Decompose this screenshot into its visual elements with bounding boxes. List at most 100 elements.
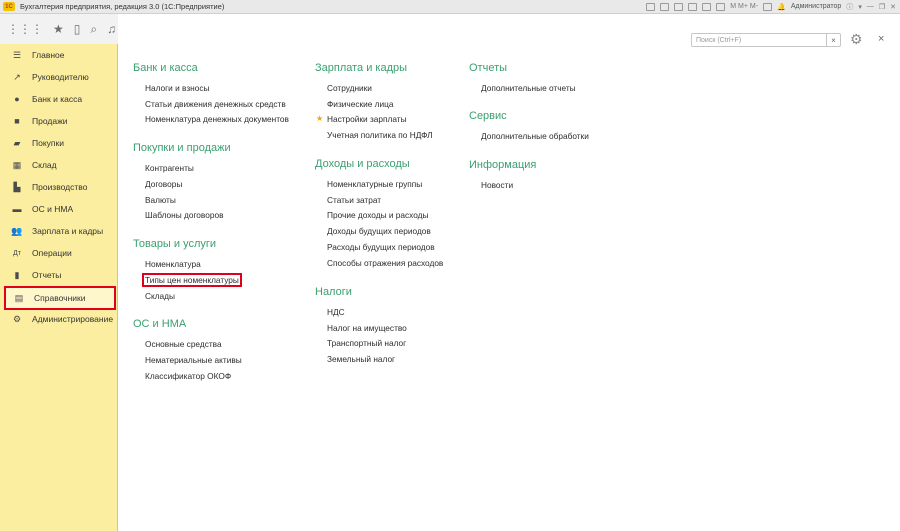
sidebar-item-main[interactable]: ☰ Главное — [4, 46, 116, 64]
link-cost-items[interactable]: Статьи затрат — [327, 195, 381, 205]
coin-icon: ● — [14, 94, 20, 104]
link-taxes-contributions[interactable]: Налоги и взносы — [145, 83, 210, 93]
link-expense-reflection[interactable]: Способы отражения расходов — [327, 258, 443, 268]
history-doc-icon[interactable]: ▯ — [74, 22, 81, 36]
apps-grid-icon[interactable]: ⋮⋮⋮ — [7, 22, 43, 36]
sidebar-item-label: Банк и касса — [32, 94, 83, 104]
link-individuals[interactable]: Физические лица — [327, 99, 394, 109]
bag-icon: ■ — [14, 116, 20, 126]
app-logo: 1С — [3, 2, 15, 11]
close-panel-icon[interactable]: × — [878, 33, 884, 45]
link-okof-classifier[interactable]: Классификатор ОКОФ — [145, 371, 231, 381]
link-counterparties[interactable]: Контрагенты — [145, 163, 194, 173]
link-land-tax[interactable]: Земельный налог — [327, 354, 395, 364]
link-nomenclature[interactable]: Номенклатура — [145, 259, 201, 269]
section-bank-title: Банк и касса — [133, 62, 198, 74]
link-money-docs-nomenclature[interactable]: Номенклатура денежных документов — [145, 114, 289, 124]
link-contract-templates[interactable]: Шаблоны договоров — [145, 210, 223, 220]
link-salary-settings[interactable]: Настройки зарплаты — [327, 114, 407, 124]
link-future-expenses[interactable]: Расходы будущих периодов — [327, 242, 435, 252]
sidebar-item-operations[interactable]: Дт Операции — [4, 244, 116, 262]
link-news[interactable]: Новости — [481, 180, 513, 190]
calendar-icon[interactable] — [702, 2, 712, 11]
sidebar-item-label: Зарплата и кадры — [32, 226, 104, 236]
sidebar-item-assets[interactable]: ▬ ОС и НМА — [4, 200, 116, 218]
titlebar-controls: M M+ M- 🔔 Администратор ⓘ ▾ — ❐ ✕ — [646, 0, 896, 13]
memory-icon[interactable]: M M+ M- — [730, 3, 758, 10]
link-nomenclature-groups[interactable]: Номенклатурные группы — [327, 179, 422, 189]
link-price-types[interactable]: Типы цен номенклатуры — [142, 273, 242, 287]
save-icon[interactable] — [646, 2, 656, 11]
sidebar-item-label: ОС и НМА — [32, 204, 74, 214]
grid-icon: ▦ — [12, 159, 22, 170]
link-employees[interactable]: Сотрудники — [327, 83, 372, 93]
link-property-tax[interactable]: Налог на имущество — [327, 323, 407, 333]
menu-chevron-icon[interactable]: ▾ — [858, 3, 862, 11]
info-icon[interactable]: ⓘ — [846, 2, 853, 12]
link-cash-flow-items[interactable]: Статьи движения денежных средств — [145, 99, 286, 109]
link-vat[interactable]: НДС — [327, 307, 345, 317]
search-clear-icon[interactable]: × — [826, 34, 840, 46]
section-sales-title: Покупки и продажи — [133, 142, 231, 154]
favorites-star-icon[interactable]: ★ — [53, 22, 64, 36]
truck-icon: ▬ — [12, 204, 22, 214]
sidebar-item-label: Операции — [32, 248, 72, 258]
section-income-title: Доходы и расходы — [315, 158, 410, 170]
bell-icon[interactable]: 🔔 — [777, 3, 786, 11]
sidebar-item-reports[interactable]: ▮ Отчеты — [4, 266, 116, 284]
link-future-income[interactable]: Доходы будущих периодов — [327, 226, 431, 236]
sidebar-item-production[interactable]: ▙ Производство — [4, 178, 116, 196]
notification-bell-icon[interactable]: ♫ — [107, 22, 116, 36]
section-salary-title: Зарплата и кадры — [315, 62, 408, 74]
sidebar-item-catalogs[interactable]: ▤ Справочники — [4, 286, 116, 310]
sidebar-item-sales[interactable]: ■ Продажи — [4, 112, 116, 130]
mail-icon[interactable] — [674, 2, 684, 11]
link-additional-processing[interactable]: Дополнительные обработки — [481, 131, 589, 141]
link-contracts[interactable]: Договоры — [145, 179, 182, 189]
main-panel: Поиск (Ctrl+F) × ⚙ × Банк и касса Налоги… — [119, 14, 900, 531]
sidebar-item-label: Отчеты — [32, 270, 62, 280]
section-reports-title: Отчеты — [469, 62, 508, 74]
bar-chart-icon: ▮ — [14, 269, 20, 280]
sidebar-item-label: Администрирование — [32, 314, 114, 324]
section-taxes-title: Налоги — [315, 286, 352, 298]
minimize-icon[interactable]: — — [867, 3, 874, 10]
gear-icon: ⚙ — [12, 313, 22, 324]
sidebar-item-salary[interactable]: 👥 Зарплата и кадры — [4, 222, 116, 240]
user-name[interactable]: Администратор — [791, 3, 842, 10]
people-icon: 👥 — [11, 225, 23, 236]
link-intangible-assets[interactable]: Нематериальные активы — [145, 355, 242, 365]
sidebar-item-label: Производство — [32, 182, 88, 192]
cart-icon: ▰ — [13, 137, 21, 148]
sidebar-item-warehouse[interactable]: ▦ Склад — [4, 156, 116, 174]
link-other-income-expenses[interactable]: Прочие доходы и расходы — [327, 210, 428, 220]
print-icon[interactable] — [660, 2, 670, 11]
search-icon[interactable]: ⌕ — [90, 22, 97, 37]
sidebar-item-label: Продажи — [32, 116, 68, 126]
link-fixed-assets[interactable]: Основные средства — [145, 339, 222, 349]
link-currencies[interactable]: Валюты — [145, 195, 176, 205]
link-additional-reports[interactable]: Дополнительные отчеты — [481, 83, 576, 93]
calculator-icon[interactable] — [716, 2, 726, 11]
restore-icon[interactable]: ❐ — [879, 3, 885, 11]
window-title: Бухгалтерия предприятия, редакция 3.0 (1… — [20, 2, 225, 11]
sidebar-item-purchases[interactable]: ▰ Покупки — [4, 134, 116, 152]
settings-gear-icon[interactable]: ⚙ — [850, 31, 863, 48]
section-goods-title: Товары и услуги — [133, 238, 217, 250]
window-close-icon[interactable]: ✕ — [890, 3, 896, 11]
link-ndfl-policy[interactable]: Учетная политика по НДФЛ — [327, 130, 433, 140]
link-transport-tax[interactable]: Транспортный налог — [327, 338, 406, 348]
book-icon: ▤ — [14, 292, 24, 303]
search-input[interactable]: Поиск (Ctrl+F) × — [691, 33, 841, 47]
favorite-star-icon: ★ — [316, 114, 324, 123]
top-icon-strip: ⋮⋮⋮ ★ ▯ ⌕ ♫ — [0, 14, 118, 44]
sidebar-item-label: Склад — [32, 160, 57, 170]
section-assets-title: ОС и НМА — [133, 318, 187, 330]
link-warehouses[interactable]: Склады — [145, 291, 175, 301]
history-icon[interactable] — [688, 2, 698, 11]
window-icon[interactable] — [763, 2, 773, 11]
sidebar-item-bank[interactable]: ● Банк и касса — [4, 90, 116, 108]
sidebar-item-admin[interactable]: ⚙ Администрирование — [4, 310, 116, 328]
window-titlebar: 1С Бухгалтерия предприятия, редакция 3.0… — [0, 0, 900, 14]
sidebar-item-manager[interactable]: ↗ Руководителю — [4, 68, 116, 86]
